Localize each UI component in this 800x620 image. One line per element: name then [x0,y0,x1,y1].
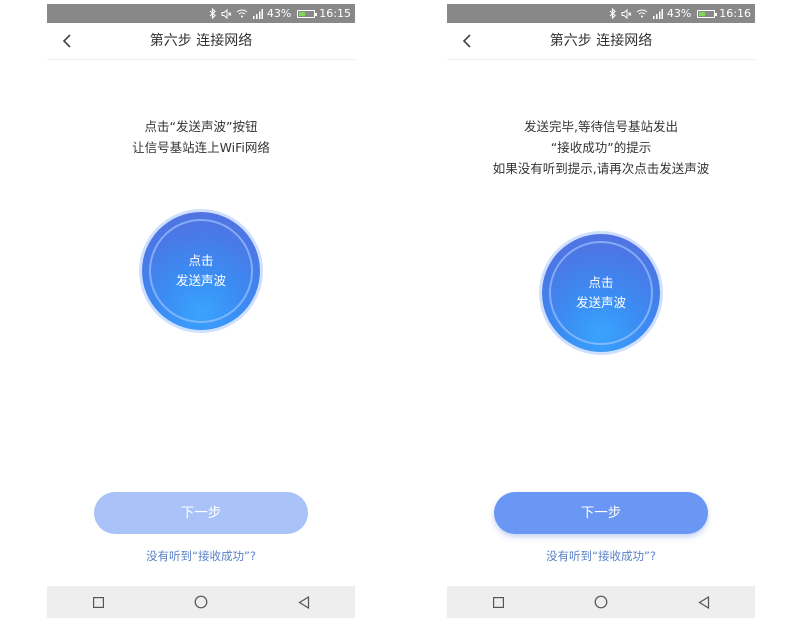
header-bar: 第六步 连接网络 [47,23,355,60]
triangle-back-icon [297,595,309,609]
status-bar: 43% 16:16 [447,4,755,23]
bluetooth-icon [209,8,217,19]
status-time: 16:16 [719,7,751,20]
not-heard-help-link[interactable]: 没有听到“接收成功”? [47,548,355,564]
system-nav-bar [447,586,755,618]
status-bar: 43% 16:15 [47,4,355,23]
home-button[interactable] [581,586,621,618]
battery-percent: 43% [266,7,292,20]
battery-icon [697,9,718,18]
circle-icon [594,595,608,609]
phone-screen-right: 43% 16:16 第六步 连接网络 发送完毕,等待信号基站发出 “接收成功”的… [447,4,755,618]
cellular-signal-icon [252,8,263,19]
triangle-back-icon [697,595,709,609]
system-back-button[interactable] [684,586,724,618]
status-time: 16:15 [319,7,351,20]
vibrate-mute-icon [221,8,232,19]
send-soundwave-button[interactable]: 点击 发送声波 [542,234,660,352]
instruction-line: 让信号基站连上WiFi网络 [132,140,270,155]
cellular-signal-icon [652,8,663,19]
phone-screen-left: 43% 16:15 第六步 连接网络 点击“发送声波”按钮 让信号基站连上WiF… [47,4,355,618]
home-button[interactable] [181,586,221,618]
recent-apps-button[interactable] [78,586,118,618]
instruction-line: “接收成功”的提示 [550,140,652,155]
wifi-icon [636,9,648,18]
instruction-line: 如果没有听到提示,请再次点击发送声波 [492,161,710,176]
vibrate-mute-icon [621,8,632,19]
instruction-line: 发送完毕,等待信号基站发出 [524,119,678,134]
page-title: 第六步 连接网络 [149,33,253,49]
battery-percent: 43% [666,7,692,20]
square-icon [92,596,104,608]
wave-button-label: 点击 发送声波 [575,275,626,310]
instruction-line: 点击“发送声波”按钮 [144,119,258,134]
system-nav-bar [47,586,355,618]
next-step-button[interactable]: 下一步 [494,492,708,534]
header-bar: 第六步 连接网络 [447,23,755,60]
page-title: 第六步 连接网络 [549,33,653,49]
send-soundwave-button[interactable]: 点击 发送声波 [142,212,260,330]
instruction-text: 发送完毕,等待信号基站发出 “接收成功”的提示 如果没有听到提示,请再次点击发送… [447,116,755,179]
wave-button-label: 点击 发送声波 [175,253,226,288]
recent-apps-button[interactable] [478,586,518,618]
system-back-button[interactable] [284,586,324,618]
square-icon [492,596,504,608]
instruction-text: 点击“发送声波”按钮 让信号基站连上WiFi网络 [47,116,355,158]
not-heard-help-link[interactable]: 没有听到“接收成功”? [447,548,755,564]
bluetooth-icon [609,8,617,19]
next-step-button[interactable]: 下一步 [94,492,308,534]
battery-icon [297,9,318,18]
wifi-icon [236,9,248,18]
circle-icon [194,595,208,609]
